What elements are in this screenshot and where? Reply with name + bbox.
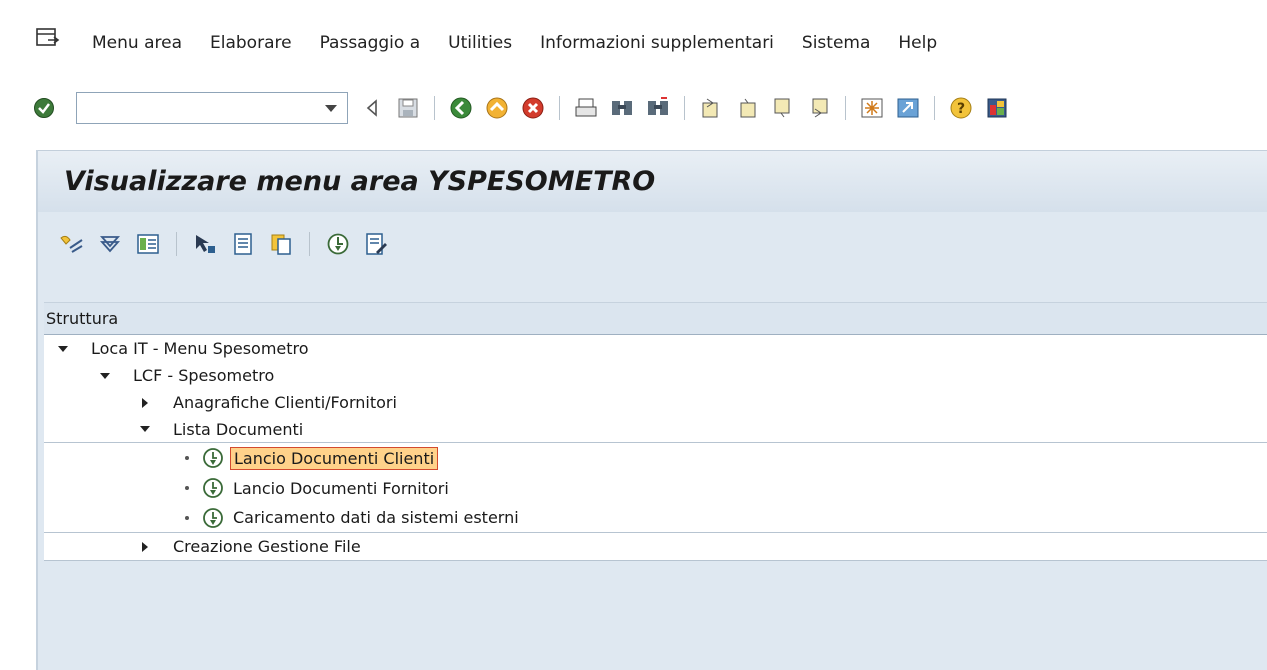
sap-menu-icon[interactable] [36, 28, 60, 48]
tree-node[interactable]: Lista Documenti [44, 416, 1267, 443]
toolbar-separator [845, 96, 846, 120]
menu-tree: Struttura Loca IT - Menu Spesometro LCF … [44, 302, 1267, 624]
tree-node-label[interactable]: Anagrafiche Clienti/Fornitori [170, 392, 400, 413]
tree-node[interactable]: LCF - Spesometro [44, 362, 1267, 389]
menu-passaggio-a[interactable]: Passaggio a [320, 33, 421, 53]
layout-menu-icon[interactable] [983, 94, 1011, 122]
tree-node[interactable]: Loca IT - Menu Spesometro [44, 335, 1267, 362]
collapse-subtree-icon[interactable] [96, 230, 124, 258]
svg-text:?: ? [957, 101, 965, 117]
standard-toolbar: ? [30, 86, 1267, 130]
toolbar-separator [559, 96, 560, 120]
tree-empty-area [44, 560, 1267, 624]
tree-node-label[interactable]: Loca IT - Menu Spesometro [88, 338, 312, 359]
chevron-down-icon[interactable] [325, 105, 337, 112]
tree-node-label-selected[interactable]: Lancio Documenti Clienti [230, 446, 439, 470]
transaction-clock-icon [203, 448, 223, 468]
execute-icon[interactable] [324, 230, 352, 258]
back-arrow-icon[interactable] [358, 94, 386, 122]
expanded-triangle-icon[interactable] [56, 345, 70, 352]
tree-header: Struttura [44, 302, 1267, 335]
toolbar-separator [309, 232, 310, 256]
document-icon[interactable] [229, 230, 257, 258]
last-page-icon[interactable] [805, 94, 833, 122]
expand-subtree-icon[interactable] [58, 230, 86, 258]
tree-body: Loca IT - Menu Spesometro LCF - Spesomet… [44, 335, 1267, 560]
bullet-icon [180, 486, 194, 490]
tree-node-label[interactable]: LCF - Spesometro [130, 365, 277, 386]
collapsed-triangle-icon[interactable] [138, 541, 152, 552]
application-toolbar [38, 212, 1267, 276]
copy-icon[interactable] [267, 230, 295, 258]
create-session-icon[interactable] [858, 94, 886, 122]
tree-node[interactable]: Anagrafiche Clienti/Fornitori [44, 389, 1267, 416]
save-icon[interactable] [394, 94, 422, 122]
back-icon[interactable] [447, 94, 475, 122]
first-page-icon[interactable] [697, 94, 725, 122]
tree-node-label[interactable]: Lista Documenti [170, 419, 306, 440]
tree-node-label[interactable]: Caricamento dati da sistemi esterni [230, 507, 522, 528]
tree-node[interactable]: Creazione Gestione File [44, 533, 1267, 560]
toolbar-separator [434, 96, 435, 120]
find-next-icon[interactable] [644, 94, 672, 122]
bullet-icon [180, 515, 194, 520]
menu-informazioni-supplementari[interactable]: Informazioni supplementari [540, 33, 774, 53]
tree-node-label[interactable]: Creazione Gestione File [170, 536, 364, 557]
page-title: Visualizzare menu area YSPESOMETRO [64, 166, 656, 197]
transaction-clock-icon [203, 507, 223, 528]
tree-node[interactable]: Lancio Documenti Fornitori [44, 473, 1267, 503]
next-page-icon[interactable] [769, 94, 797, 122]
exit-icon[interactable] [483, 94, 511, 122]
transaction-clock-icon [203, 478, 223, 498]
toolbar-separator [934, 96, 935, 120]
title-bar: Visualizzare menu area YSPESOMETRO [38, 150, 1267, 212]
expanded-triangle-icon[interactable] [98, 372, 112, 379]
help-icon[interactable]: ? [947, 94, 975, 122]
shortcut-icon[interactable] [894, 94, 922, 122]
edit-document-icon[interactable] [362, 230, 390, 258]
display-details-icon[interactable] [134, 230, 162, 258]
cancel-icon[interactable] [519, 94, 547, 122]
previous-page-icon[interactable] [733, 94, 761, 122]
menu-help[interactable]: Help [898, 33, 937, 53]
tree-node[interactable]: Lancio Documenti Clienti [44, 443, 1267, 473]
toolbar-separator [176, 232, 177, 256]
enter-icon[interactable] [30, 94, 58, 122]
tree-node-label[interactable]: Lancio Documenti Fornitori [230, 478, 452, 499]
choose-icon[interactable] [191, 230, 219, 258]
menu-sistema[interactable]: Sistema [802, 33, 870, 53]
bullet-icon [180, 456, 194, 460]
menu-elaborare[interactable]: Elaborare [210, 33, 292, 53]
menu-bar: Menu area Elaborare Passaggio a Utilitie… [0, 0, 1267, 84]
toolbar-separator [684, 96, 685, 120]
collapsed-triangle-icon[interactable] [138, 397, 152, 408]
find-icon[interactable] [608, 94, 636, 122]
menu-menu-area[interactable]: Menu area [92, 33, 182, 53]
print-icon[interactable] [572, 94, 600, 122]
menu-utilities[interactable]: Utilities [448, 33, 512, 53]
command-input[interactable] [77, 93, 317, 123]
command-field[interactable] [76, 92, 348, 124]
tree-node[interactable]: Caricamento dati da sistemi esterni [44, 503, 1267, 533]
expanded-triangle-icon[interactable] [138, 426, 152, 432]
